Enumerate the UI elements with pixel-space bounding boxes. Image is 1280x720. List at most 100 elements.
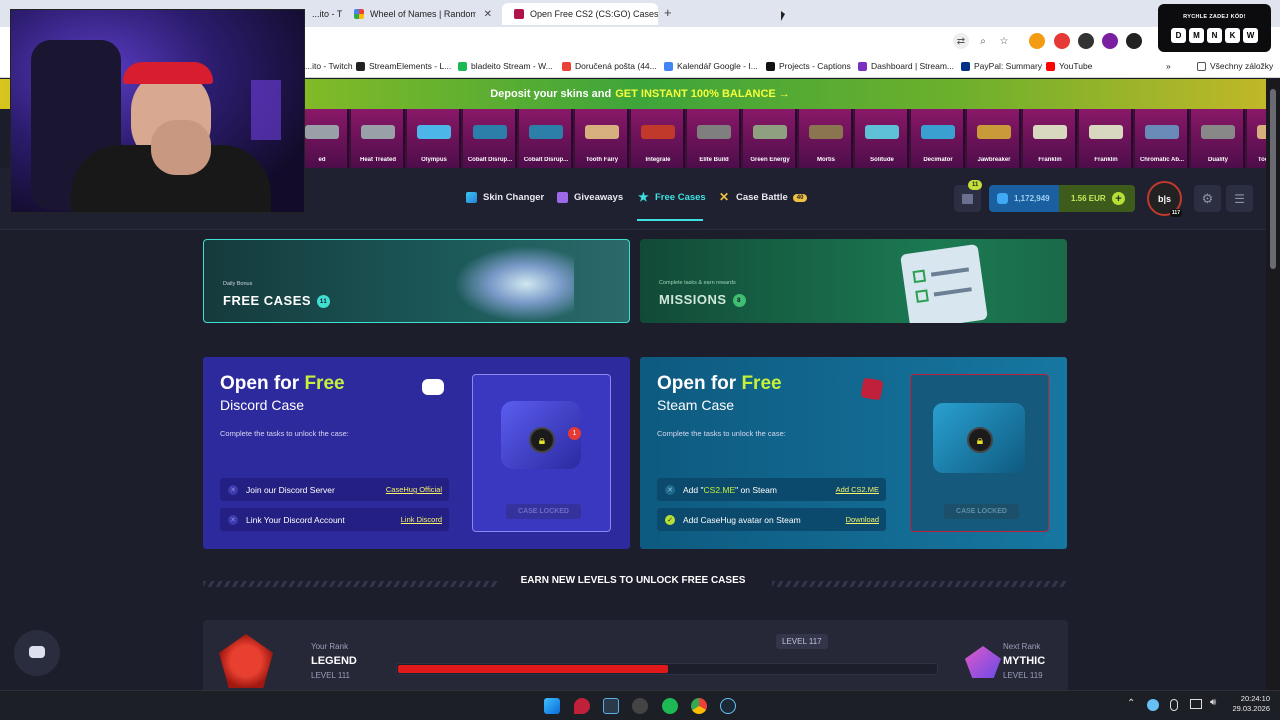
ticker-item[interactable]: Duality [1191, 109, 1245, 168]
ticker-item[interactable]: Green Energy [743, 109, 797, 168]
missions-banner[interactable]: Complete tasks & earn rewards MISSIONS 8 [640, 239, 1067, 323]
close-tab-icon[interactable]: ✕ [484, 9, 492, 20]
new-tab-plus-icon[interactable]: + [664, 5, 672, 20]
ticker-item[interactable]: Franklin [1023, 109, 1077, 168]
nav-label: Case Battle [736, 192, 788, 203]
banner-subtitle: Complete tasks & earn rewards [659, 280, 736, 286]
bookmark-streamlabs-dashboard[interactable]: Dashboard | Stream... [858, 61, 954, 71]
nav-label: Free Cases [655, 192, 706, 203]
crossed-swords-icon: ✕ [719, 190, 730, 204]
daily-free-cases-banner[interactable]: Daily Bonus FREE CASES 11 [203, 239, 630, 323]
zoom-icon[interactable]: ⌕ [975, 33, 991, 49]
coin-balance[interactable]: 1,172,949 [989, 185, 1059, 212]
user-avatar[interactable]: b|s 117 [1147, 181, 1182, 217]
bookmark-gmail[interactable]: Doručená pošta (44... [562, 61, 657, 71]
link-discord-link[interactable]: Link Discord [401, 515, 442, 524]
add-cs2me-link[interactable]: Add CS2.ME [836, 485, 879, 494]
ticker-item[interactable]: Elite Build [687, 109, 741, 168]
spotify-icon[interactable] [662, 698, 678, 714]
eur-balance[interactable]: 1.56 EUR + [1059, 185, 1135, 212]
microphone-icon[interactable] [1170, 699, 1178, 711]
ticker-item[interactable]: Mortis [799, 109, 853, 168]
code-key: N [1207, 28, 1222, 43]
card-instructions: Complete the tasks to unlock the case: [220, 429, 349, 438]
notification-badge: 1 [568, 427, 581, 440]
nav-giveaways[interactable]: Giveaways [557, 192, 623, 203]
ticker-item-label: Integrale [645, 157, 671, 163]
obs-icon[interactable] [632, 698, 648, 714]
ticker-item[interactable]: Cobalt Disrup... [519, 109, 573, 168]
clock-time: 20:24:10 [1240, 694, 1270, 703]
ticker-item[interactable]: Tooth Fairy [575, 109, 629, 168]
bookmark-label: Dashboard | Stream... [871, 61, 954, 71]
bookmark-label: Projects - Captions [779, 61, 851, 71]
ticker-item[interactable]: Jawbreaker [967, 109, 1021, 168]
code-box-overlay: RYCHLE ZADEJ KÓD! D M N K W [1158, 4, 1271, 52]
steam-icon[interactable] [720, 698, 736, 714]
ticker-item[interactable]: Heat Treated [351, 109, 405, 168]
extension-icon[interactable] [1126, 33, 1142, 49]
add-funds-plus-icon[interactable]: + [1112, 192, 1125, 205]
tray-chevron-icon[interactable]: ⌃ [1127, 698, 1135, 709]
extension-icon[interactable] [1029, 33, 1045, 49]
bookmark-bladeito-stream[interactable]: bladeito Stream - W... [458, 61, 553, 71]
page-scrollbar[interactable] [1266, 79, 1280, 690]
youtube-icon [1046, 61, 1055, 71]
extension-icon[interactable] [1078, 33, 1094, 49]
casehug-official-link[interactable]: CaseHug Official [386, 485, 442, 494]
ticker-item[interactable]: Cobalt Disrup... [463, 109, 517, 168]
bookmark-twitch[interactable]: ...ito - Twitch [305, 61, 353, 71]
scrollbar-thumb[interactable] [1270, 89, 1276, 269]
more-bookmarks-chevron-icon[interactable]: » [1166, 61, 1171, 71]
ticker-item[interactable]: Franklin [1079, 109, 1133, 168]
ticker-item[interactable]: Chromatic Ab... [1135, 109, 1189, 168]
ticker-item-label: Elite Build [699, 157, 729, 163]
ticker-item[interactable]: Decimator [911, 109, 965, 168]
case-locked-button[interactable]: CASE LOCKED [944, 504, 1019, 519]
bookmark-star-icon[interactable]: ☆ [996, 33, 1012, 49]
translate-icon[interactable]: ⇄ [953, 33, 969, 49]
case-locked-button[interactable]: CASE LOCKED [506, 504, 581, 519]
volume-icon[interactable]: 🔊︎ [1210, 697, 1216, 708]
nav-skin-changer[interactable]: Skin Changer [466, 192, 544, 203]
ticker-item[interactable]: Solitude [855, 109, 909, 168]
streamelements-icon [356, 61, 365, 71]
download-link[interactable]: Download [846, 515, 879, 524]
bookmark-youtube[interactable]: YouTube [1046, 61, 1092, 71]
incomplete-x-icon: ✕ [228, 514, 238, 525]
banner-title: MISSIONS 8 [659, 292, 746, 308]
ticker-item[interactable]: Integrale [631, 109, 685, 168]
pin-app-icon[interactable] [574, 698, 590, 714]
terminal-icon[interactable] [603, 698, 619, 714]
bookmark-google-calendar[interactable]: Kalendář Google - I... [664, 61, 758, 71]
bookmark-captions[interactable]: Projects - Captions [766, 61, 851, 71]
clock[interactable]: 20:24:10 29.03.2026 [1228, 694, 1270, 714]
hamburger-menu-icon[interactable]: ☰ [1226, 185, 1253, 212]
bookmark-streamelements[interactable]: StreamElements - L... [356, 61, 451, 71]
ticker-item-label: Decimator [923, 157, 953, 163]
chrome-icon[interactable] [691, 698, 707, 714]
nav-free-cases[interactable]: ★ Free Cases [638, 191, 706, 203]
level-progress-fill [398, 665, 668, 673]
ticker-item[interactable]: Olympus [407, 109, 461, 168]
network-icon[interactable] [1190, 699, 1202, 709]
weapon-skin-icon [1089, 125, 1123, 139]
tab-open-free-cases[interactable]: Open Free CS2 (CS:GO) Cases ✕ [502, 3, 658, 25]
settings-gear-icon[interactable]: ⚙ [1194, 185, 1221, 212]
stream-icon [458, 61, 467, 71]
extension-icon[interactable] [1102, 33, 1118, 49]
tab-twitch[interactable]: ...ito - Twitch [300, 3, 342, 25]
extension-icon[interactable] [1054, 33, 1070, 49]
tab-wheel-of-names[interactable]: Wheel of Names | Random name ✕ [342, 3, 502, 25]
code-key: D [1171, 28, 1186, 43]
folder-icon [1197, 61, 1206, 71]
bookmark-paypal[interactable]: PayPal: Summary [961, 61, 1042, 71]
red-cap [123, 62, 213, 84]
nav-case-battle[interactable]: ✕ Case Battle 40 [719, 190, 808, 204]
gift-button[interactable]: 11 [954, 180, 983, 212]
task-highlight: CS2.ME [703, 484, 736, 495]
chat-button[interactable] [14, 630, 60, 676]
tray-steam-icon[interactable] [1147, 699, 1159, 711]
windows-start-icon[interactable] [544, 698, 560, 714]
all-bookmarks-folder[interactable]: Všechny záložky [1197, 61, 1273, 71]
